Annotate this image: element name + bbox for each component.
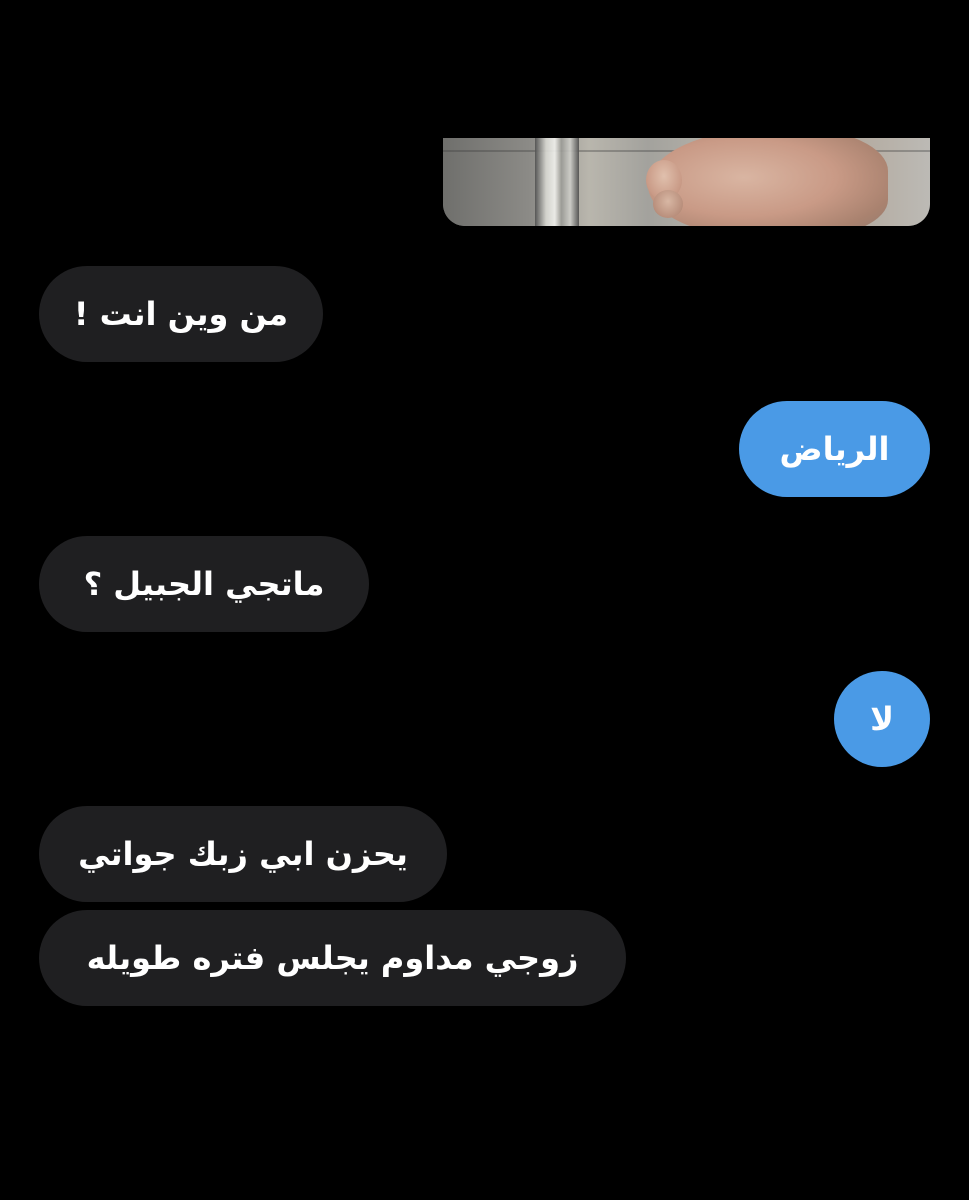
message-text: ماتجي الجبيل ؟ <box>83 565 325 603</box>
photo-subject-detail <box>653 190 683 218</box>
chat-thread: من وين انت ! الرياض ماتجي الجبيل ؟ لا يح… <box>0 0 969 1200</box>
photo-message[interactable] <box>443 138 930 226</box>
photo-pole <box>535 138 579 226</box>
photo-subject <box>648 138 888 226</box>
message-text: الرياض <box>779 430 890 468</box>
message-text: يحزن ابي زبك جواتي <box>78 835 408 873</box>
message-bubble-incoming[interactable]: ماتجي الجبيل ؟ <box>39 536 369 632</box>
message-text: زوجي مداوم يجلس فتره طويله <box>86 939 579 977</box>
message-text: من وين انت ! <box>73 295 289 333</box>
message-text: لا <box>870 700 894 738</box>
message-bubble-incoming[interactable]: زوجي مداوم يجلس فتره طويله <box>39 910 626 1006</box>
message-bubble-outgoing[interactable]: الرياض <box>739 401 930 497</box>
message-bubble-outgoing[interactable]: لا <box>834 671 930 767</box>
message-bubble-incoming[interactable]: من وين انت ! <box>39 266 323 362</box>
message-bubble-incoming[interactable]: يحزن ابي زبك جواتي <box>39 806 447 902</box>
